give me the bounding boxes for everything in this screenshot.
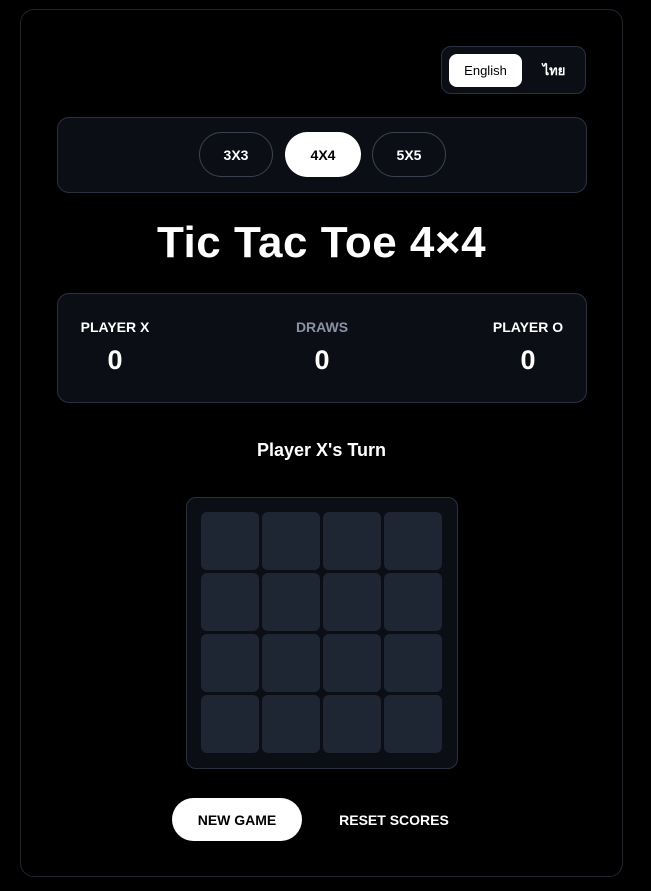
game-board — [186, 497, 458, 769]
size-5x5-button[interactable]: 5X5 — [372, 132, 446, 177]
reset-scores-button[interactable]: RESET SCORES — [322, 798, 466, 841]
board-cell[interactable] — [262, 634, 320, 692]
score-player-o-value: 0 — [520, 345, 536, 375]
size-3x3-button[interactable]: 3X3 — [199, 132, 273, 177]
board-cell[interactable] — [262, 573, 320, 631]
board-cell[interactable] — [201, 695, 259, 753]
score-draws-value: 0 — [314, 345, 330, 375]
board-size-selector: 3X3 4X4 5X5 — [57, 117, 587, 193]
size-4x4-button[interactable]: 4X4 — [285, 132, 361, 177]
language-switch: English ไทย — [441, 46, 586, 94]
board-cell[interactable] — [323, 512, 381, 570]
board-cell[interactable] — [323, 695, 381, 753]
score-player-o: PLAYER O 0 — [468, 317, 588, 375]
board-cell[interactable] — [384, 573, 442, 631]
board-cell[interactable] — [384, 695, 442, 753]
board-cell[interactable] — [262, 512, 320, 570]
board-cell[interactable] — [201, 573, 259, 631]
board-cell[interactable] — [384, 512, 442, 570]
language-thai-button[interactable]: ไทย — [528, 54, 580, 87]
scoreboard: PLAYER X 0 DRAWS 0 PLAYER O 0 — [57, 293, 587, 403]
turn-status: Player X's Turn — [257, 440, 386, 460]
board-cell[interactable] — [201, 512, 259, 570]
page-title: Tic Tac Toe 4×4 — [156, 218, 487, 267]
score-draws: DRAWS 0 — [262, 317, 382, 375]
score-draws-label: DRAWS — [295, 319, 349, 335]
board-cell[interactable] — [384, 634, 442, 692]
new-game-button[interactable]: NEW GAME — [172, 798, 302, 841]
board-cell[interactable] — [323, 634, 381, 692]
score-player-o-label: PLAYER O — [492, 319, 564, 335]
score-player-x-value: 0 — [107, 345, 123, 375]
score-player-x: PLAYER X 0 — [55, 317, 175, 375]
board-cell[interactable] — [262, 695, 320, 753]
board-cell[interactable] — [201, 634, 259, 692]
language-english-button[interactable]: English — [449, 54, 522, 87]
score-player-x-label: PLAYER X — [80, 319, 150, 335]
board-cell[interactable] — [323, 573, 381, 631]
